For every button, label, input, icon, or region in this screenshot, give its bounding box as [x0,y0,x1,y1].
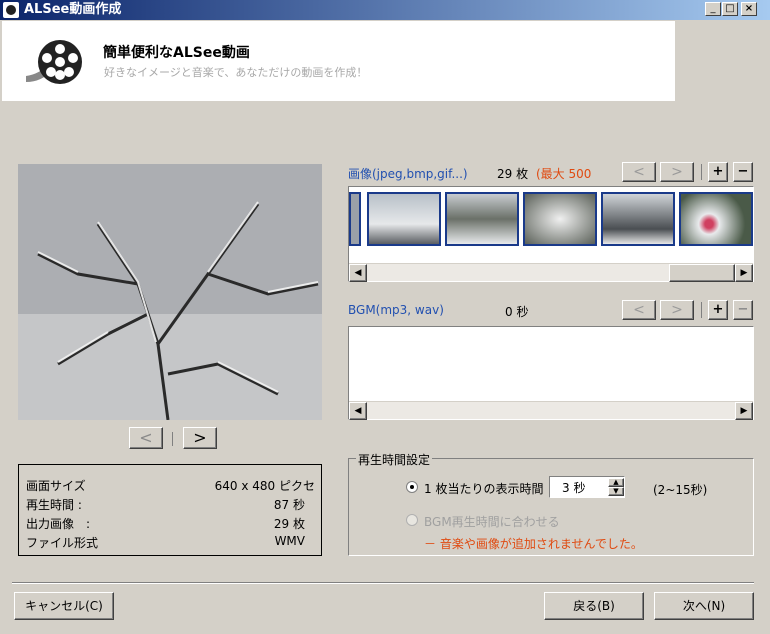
window-title: ALSee動画作成 [24,2,122,17]
close-button[interactable]: × [741,2,757,16]
images-max: (最大 500 [536,167,592,181]
minimize-button[interactable]: _ [705,2,721,16]
seconds-range: (2~15秒) [653,483,708,497]
match-bgm-label: BGM再生時間に合わせる [424,515,560,529]
images-prev-button[interactable]: < [622,162,656,182]
bgm-prev-button[interactable]: < [622,300,656,320]
thumbnail[interactable] [445,192,519,246]
bottom-divider [12,582,754,584]
preview-prev-button[interactable]: < [129,427,163,449]
info-label-format: ファイル形式 [26,536,99,550]
bgm-list[interactable]: ◀ ▶ [348,326,754,420]
maximize-button[interactable]: □ [722,2,738,16]
thumbnail[interactable] [601,192,675,246]
radio-match-bgm[interactable] [406,514,418,526]
info-label-images: 出力画像 : [26,517,91,531]
images-add-button[interactable]: + [708,162,728,182]
bgm-scrollbar[interactable]: ◀ ▶ [349,401,753,420]
image-thumbnail-strip: ◀ ▶ [348,186,754,282]
thumbnail[interactable] [523,192,597,246]
bgm-add-button[interactable]: + [708,300,728,320]
bgm-toolbar-divider [701,302,702,318]
info-value-duration: 87 秒 [273,498,305,512]
info-label-duration: 再生時間 : [26,498,82,512]
images-remove-button[interactable]: − [733,162,753,182]
scroll-right-arrow[interactable]: ▶ [735,264,753,282]
film-reel-icon [26,40,82,84]
spinner-down-icon[interactable]: ▼ [608,487,624,496]
cancel-button[interactable]: キャンセル(C) [14,592,114,620]
next-button[interactable]: 次へ(N) [654,592,754,620]
bgm-label: BGM(mp3, wav) [348,303,444,317]
images-toolbar-divider [701,164,702,180]
spinner-up-icon[interactable]: ▲ [608,478,624,487]
images-label: 画像(jpeg,bmp,gif...) [348,167,468,181]
scroll-left-arrow[interactable]: ◀ [349,264,367,282]
thumbnail[interactable] [367,192,441,246]
bgm-duration: 0 秒 [505,305,529,319]
info-label-size: 画面サイズ [26,479,86,493]
warning-message: － 音楽や画像が追加されませんでした。 [424,537,643,551]
images-scrollbar[interactable]: ◀ ▶ [349,263,753,282]
back-button[interactable]: 戻る(B) [544,592,644,620]
seconds-spinner[interactable]: 3 秒 ▲ ▼ [549,476,625,498]
info-value-format: WMV [274,534,305,548]
playback-group-title: 再生時間設定 [356,451,433,468]
preview-image [18,164,322,420]
thumbnail[interactable] [349,192,361,246]
scroll-thumb[interactable] [669,264,735,282]
scroll-right-arrow[interactable]: ▶ [735,402,753,420]
header-subtitle: 好きなイメージと音楽で、あなただけの動画を作成！ [104,66,368,79]
images-next-button[interactable]: > [660,162,694,182]
header-title: 簡単便利なALSee動画 [103,45,250,61]
bgm-remove-button[interactable]: − [733,300,753,320]
seconds-value[interactable]: 3 秒 [562,479,585,496]
preview-next-button[interactable]: > [183,427,217,449]
info-value-size: 640 x 480 ピクセ [214,479,315,493]
bgm-next-button[interactable]: > [660,300,694,320]
app-icon [3,2,19,18]
per-image-duration-label: 1 枚当たりの表示時間 [424,482,544,496]
scroll-left-arrow[interactable]: ◀ [349,402,367,420]
preview-nav-divider [172,432,173,446]
info-value-images: 29 枚 [273,517,305,531]
thumbnail[interactable] [679,192,753,246]
images-count: 29 枚 [497,167,529,181]
radio-per-image-duration[interactable] [406,481,418,493]
